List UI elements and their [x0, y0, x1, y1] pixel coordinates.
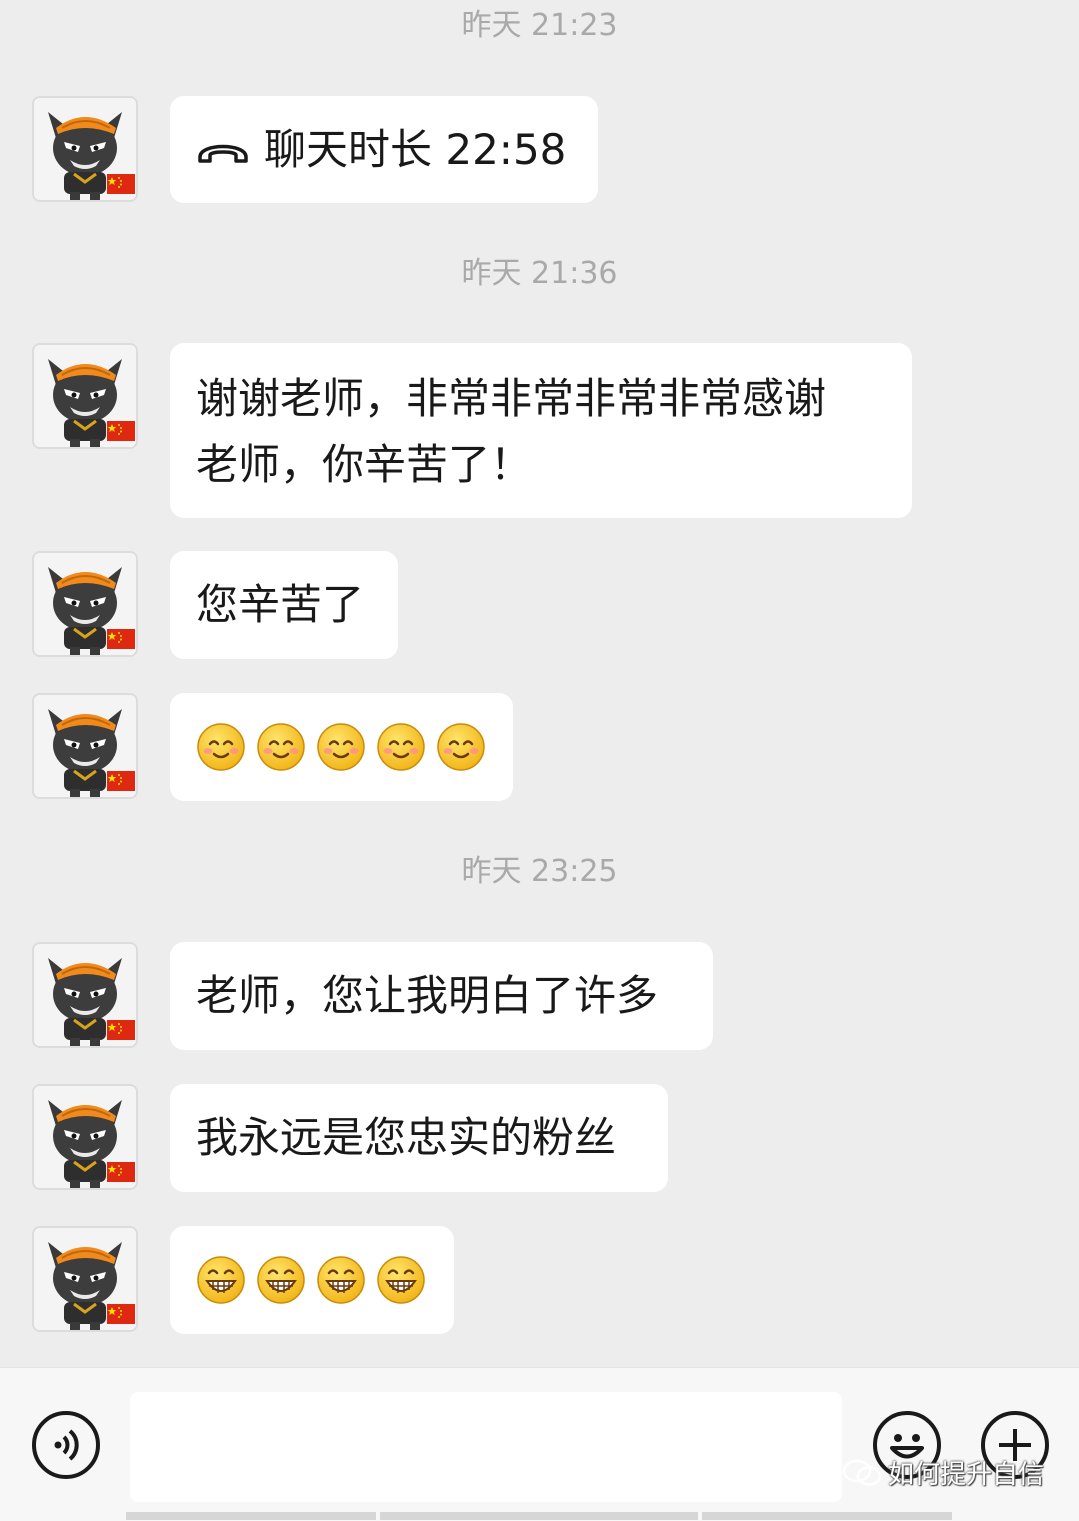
voice-icon	[54, 1429, 79, 1461]
wolf-avatar-icon	[34, 98, 136, 200]
smile-emoji-icon	[257, 723, 305, 771]
wolf-avatar-icon	[34, 553, 136, 655]
divider	[380, 1512, 698, 1520]
grin-emoji-icon	[317, 1256, 365, 1304]
message-bubble[interactable]: 老师，您让我明白了许多	[170, 942, 713, 1050]
phone-hangup-icon	[198, 144, 248, 163]
avatar[interactable]	[32, 1084, 138, 1190]
message-text: 谢谢老师，非常非常非常非常感谢 老师，你辛苦了！	[196, 374, 827, 489]
watermark: 如何提升自信	[842, 1454, 1044, 1491]
wolf-avatar-icon	[34, 345, 136, 447]
avatar[interactable]	[32, 693, 138, 799]
timestamp: 昨天 21:23	[461, 8, 618, 43]
smile-emoji-icon	[197, 723, 245, 771]
wolf-avatar-icon	[34, 695, 136, 797]
grin-emoji-icon	[377, 1256, 425, 1304]
message-text: 老师，您让我明白了许多	[196, 971, 659, 1020]
smile-emoji-icon	[437, 723, 485, 771]
grin-emoji-icon	[257, 1256, 305, 1304]
avatar[interactable]	[32, 96, 138, 202]
divider	[126, 1512, 376, 1520]
timestamp: 昨天 23:25	[461, 854, 618, 889]
emoji-message-bubble[interactable]	[170, 693, 513, 801]
input-bar	[0, 1367, 1079, 1521]
call-duration-text: 聊天时长 22:58	[264, 124, 567, 174]
smile-emoji-icon	[317, 723, 365, 771]
wolf-avatar-icon	[34, 1086, 136, 1188]
message-bubble[interactable]: 我永远是您忠实的粉丝	[170, 1084, 668, 1192]
message-text: 您辛苦了	[196, 580, 365, 629]
avatar[interactable]	[32, 551, 138, 657]
message-bubble[interactable]: 谢谢老师，非常非常非常非常感谢 老师，你辛苦了！	[170, 343, 912, 518]
call-record-bubble[interactable]: 聊天时长 22:58	[170, 96, 598, 203]
smile-emoji-icon	[377, 723, 425, 771]
timestamp: 昨天 21:36	[461, 256, 618, 291]
watermark-text: 如何提升自信	[888, 1460, 1045, 1490]
wechat-icon	[842, 1459, 882, 1486]
grin-emoji-icon	[197, 1256, 245, 1304]
avatar[interactable]	[32, 942, 138, 1048]
message-text: 我永远是您忠实的粉丝	[196, 1113, 617, 1162]
avatar[interactable]	[32, 343, 138, 449]
divider	[702, 1512, 952, 1520]
emoji-message-bubble[interactable]	[170, 1226, 454, 1334]
message-bubble[interactable]: 您辛苦了	[170, 551, 398, 659]
wolf-avatar-icon	[34, 1228, 136, 1330]
voice-button[interactable]	[32, 1411, 100, 1479]
wolf-avatar-icon	[34, 944, 136, 1046]
emoji-row	[196, 1255, 426, 1305]
avatar[interactable]	[32, 1226, 138, 1332]
message-input[interactable]	[130, 1392, 842, 1502]
emoji-row	[196, 722, 486, 772]
